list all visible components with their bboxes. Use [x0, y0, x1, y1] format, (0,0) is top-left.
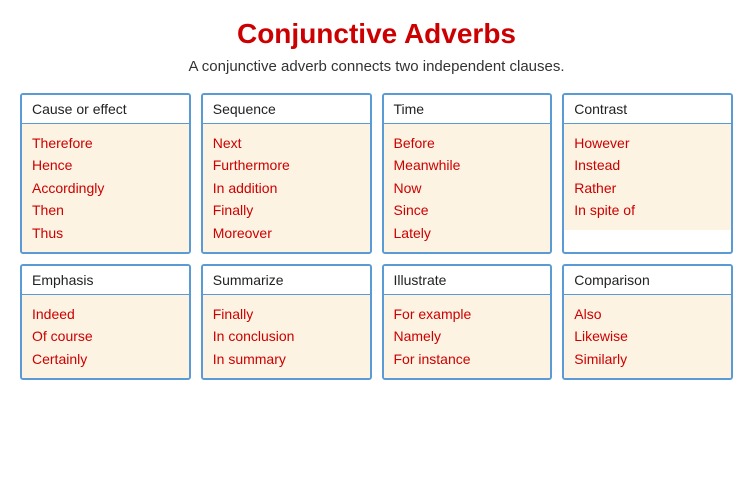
card-item: Next: [213, 132, 360, 154]
card-contrast: ContrastHoweverInsteadRatherIn spite of: [562, 93, 733, 254]
card-item: For instance: [394, 348, 541, 370]
card-item: Moreover: [213, 222, 360, 244]
card-header: Sequence: [203, 95, 370, 124]
card-item: Rather: [574, 177, 721, 199]
card-item: However: [574, 132, 721, 154]
card-header: Emphasis: [22, 266, 189, 295]
card-item: Therefore: [32, 132, 179, 154]
card-item: Meanwhile: [394, 154, 541, 176]
card-body: FinallyIn conclusionIn summary: [203, 295, 370, 378]
card-item: Accordingly: [32, 177, 179, 199]
card-body: AlsoLikewiseSimilarly: [564, 295, 731, 378]
card-illustrate: IllustrateFor exampleNamelyFor instance: [382, 264, 553, 380]
card-item: Hence: [32, 154, 179, 176]
card-item: In summary: [213, 348, 360, 370]
card-body: For exampleNamelyFor instance: [384, 295, 551, 378]
card-header: Contrast: [564, 95, 731, 124]
card-sequence: SequenceNextFurthermoreIn additionFinall…: [201, 93, 372, 254]
card-header: Cause or effect: [22, 95, 189, 124]
card-item: In addition: [213, 177, 360, 199]
card-emphasis: EmphasisIndeedOf courseCertainly: [20, 264, 191, 380]
card-header: Time: [384, 95, 551, 124]
card-summarize: SummarizeFinallyIn conclusionIn summary: [201, 264, 372, 380]
cards-grid: Cause or effectThereforeHenceAccordingly…: [20, 93, 733, 380]
card-item: Since: [394, 199, 541, 221]
card-header: Illustrate: [384, 266, 551, 295]
card-item: Certainly: [32, 348, 179, 370]
card-body: BeforeMeanwhileNowSinceLately: [384, 124, 551, 252]
card-item: In conclusion: [213, 325, 360, 347]
card-item: Furthermore: [213, 154, 360, 176]
card-body: IndeedOf courseCertainly: [22, 295, 189, 378]
card-item: Now: [394, 177, 541, 199]
card-item: Similarly: [574, 348, 721, 370]
card-body: NextFurthermoreIn additionFinallyMoreove…: [203, 124, 370, 252]
card-item: Namely: [394, 325, 541, 347]
card-body: ThereforeHenceAccordinglyThenThus: [22, 124, 189, 252]
card-header: Summarize: [203, 266, 370, 295]
card-item: Also: [574, 303, 721, 325]
card-item: Before: [394, 132, 541, 154]
card-time: TimeBeforeMeanwhileNowSinceLately: [382, 93, 553, 254]
card-item: Thus: [32, 222, 179, 244]
card-item: Of course: [32, 325, 179, 347]
card-comparison: ComparisonAlsoLikewiseSimilarly: [562, 264, 733, 380]
card-header: Comparison: [564, 266, 731, 295]
page-title: Conjunctive Adverbs: [237, 18, 516, 50]
card-cause-or-effect: Cause or effectThereforeHenceAccordingly…: [20, 93, 191, 254]
card-item: Likewise: [574, 325, 721, 347]
card-item: Indeed: [32, 303, 179, 325]
card-item: In spite of: [574, 199, 721, 221]
card-body: HoweverInsteadRatherIn spite of: [564, 124, 731, 230]
card-item: Instead: [574, 154, 721, 176]
card-item: For example: [394, 303, 541, 325]
card-item: Lately: [394, 222, 541, 244]
card-item: Then: [32, 199, 179, 221]
card-item: Finally: [213, 303, 360, 325]
page-subtitle: A conjunctive adverb connects two indepe…: [188, 58, 564, 75]
card-item: Finally: [213, 199, 360, 221]
